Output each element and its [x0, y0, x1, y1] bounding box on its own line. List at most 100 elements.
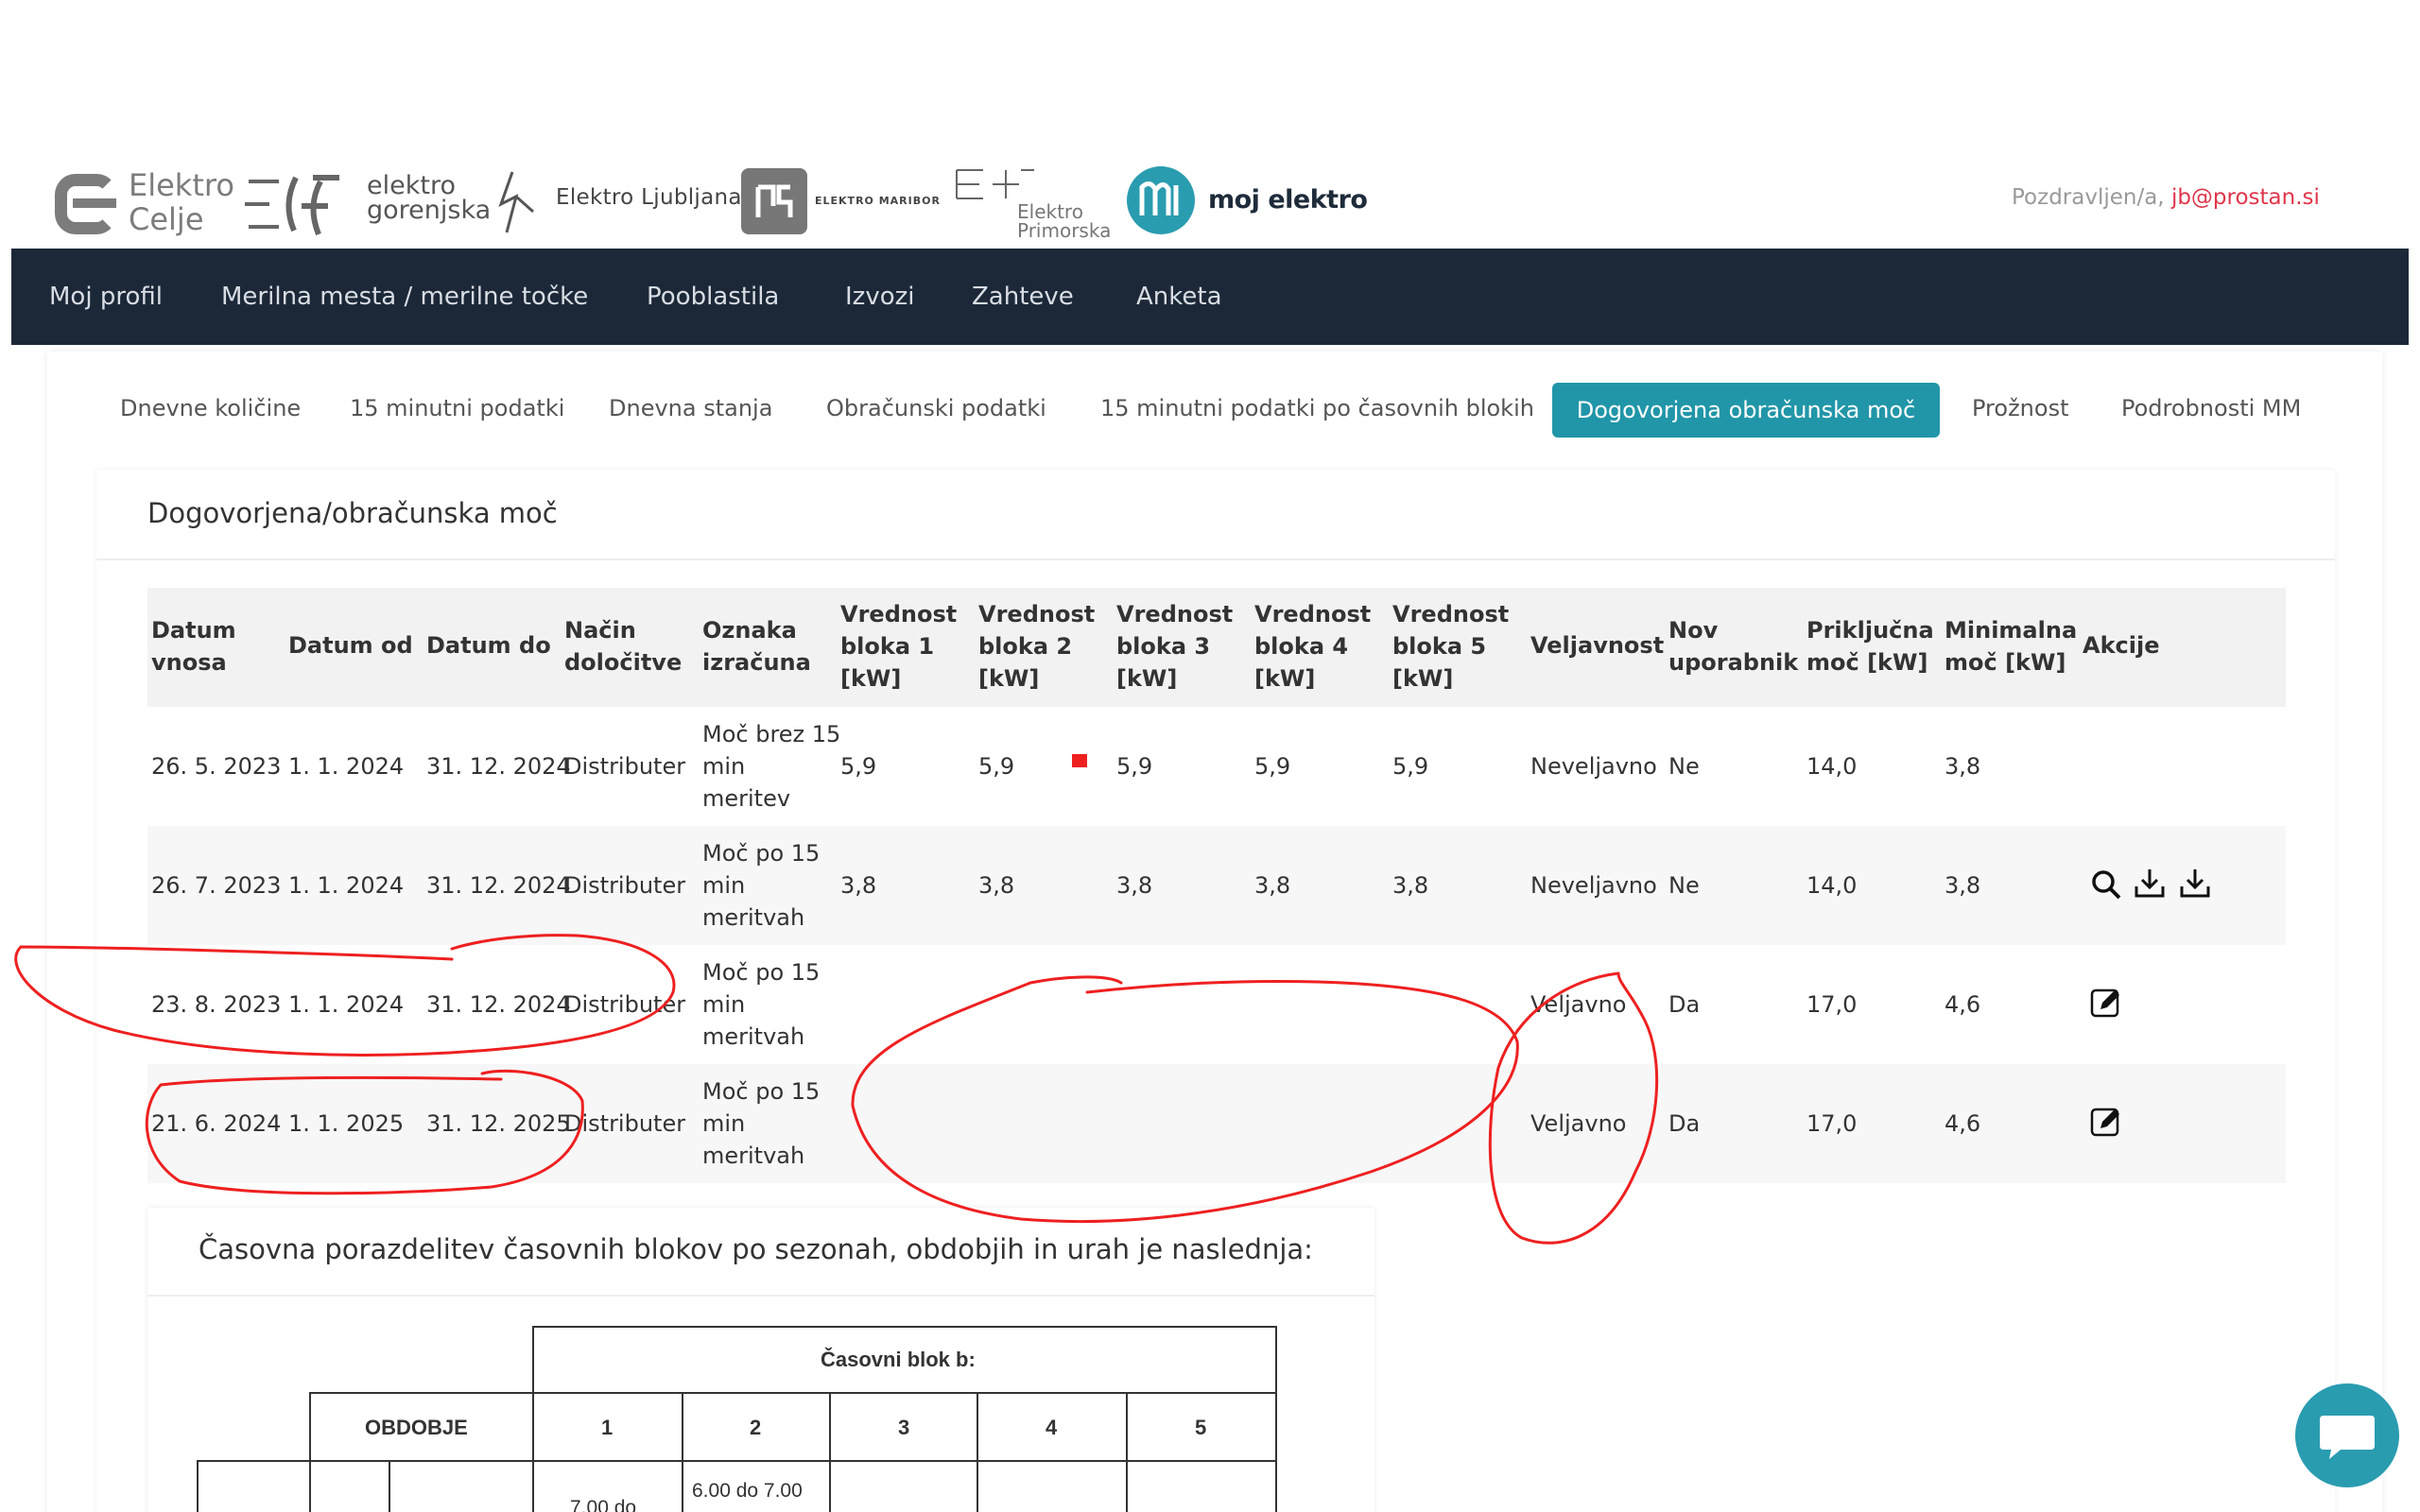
cell-datum-od: 1. 1. 2025: [288, 1110, 405, 1137]
time-blocks-title: Časovna porazdelitev časovnih blokov po …: [199, 1233, 1313, 1265]
cell-minimalna-moc: 4,6: [1945, 1110, 1981, 1137]
user-email-link[interactable]: jb@prostan.si: [2171, 185, 2320, 210]
cell-datum-do: 31. 12. 2024: [426, 753, 571, 780]
elektro-celje-logo-line2: Celje: [129, 201, 204, 237]
edit-icon[interactable]: [2089, 1104, 2123, 1138]
cell-prikljucna-moc: 17,0: [1806, 1110, 1858, 1137]
cell-nov-uporabnik: Da: [1668, 1110, 1701, 1137]
cell-prikljucna-moc: 17,0: [1806, 991, 1858, 1018]
time-blocks-divider: [147, 1295, 1374, 1297]
download-icon[interactable]: [2133, 866, 2167, 900]
cell-blok-2: 5,9: [978, 753, 1015, 780]
cell-nov-uporabnik: Ne: [1668, 872, 1700, 899]
tab-obracunski-podatki[interactable]: Obračunski podatki: [826, 395, 1046, 421]
elektro-primorska-logo: Elektro Primorska: [953, 166, 1114, 246]
blocks-col-4: 4: [1046, 1416, 1058, 1439]
greeting-label: Pozdravljen/a,: [2012, 185, 2171, 210]
cell-prikljucna-moc: 14,0: [1806, 872, 1858, 899]
th-vrednost-bloka-4: Vrednost bloka 4 [kW]: [1254, 601, 1372, 692]
blocks-data-cell: [829, 1460, 978, 1512]
cell-veljavnost: Veljavno: [1530, 1110, 1627, 1137]
th-vrednost-bloka-2: Vrednost bloka 2 [kW]: [978, 601, 1096, 692]
blocks-data-cell: [1126, 1460, 1277, 1512]
cell-datum-vnosa: 26. 5. 2023: [151, 753, 282, 780]
cell-nov-uporabnik: Ne: [1668, 753, 1700, 780]
elektro-ljubljana-mark-icon: [741, 168, 807, 234]
nav-item-pooblastila[interactable]: Pooblastila: [647, 283, 779, 311]
elektro-primorska-logo-line1: Elektro: [1017, 200, 1083, 223]
elektro-celje-mark-icon: [55, 174, 117, 234]
th-datum-od: Datum od: [288, 632, 413, 659]
tab-dnevne-kolicine[interactable]: Dnevne količine: [120, 395, 301, 421]
cell-datum-vnosa: 23. 8. 2023: [151, 991, 282, 1018]
th-vrednost-bloka-5: Vrednost bloka 5 [kW]: [1392, 601, 1510, 692]
th-vrednost-bloka-1: Vrednost bloka 1 [kW]: [840, 601, 958, 692]
cell-nacin: Distributer: [564, 872, 686, 899]
blocks-header-label: Časovni blok b:: [821, 1348, 976, 1371]
download-icon[interactable]: [2178, 866, 2212, 900]
red-marker: [1072, 754, 1087, 767]
th-datum-do: Datum do: [426, 632, 551, 659]
blocks-col-1: 1: [601, 1416, 614, 1439]
th-akcije: Akcije: [2083, 632, 2160, 659]
chat-button[interactable]: [2295, 1383, 2399, 1487]
cell-datum-do: 31. 12. 2025: [426, 1110, 571, 1137]
cell-datum-od: 1. 1. 2024: [288, 753, 405, 780]
tab-15-minutni-po-blokih[interactable]: 15 minutni podatki po časovnih blokih: [1100, 395, 1534, 421]
obdobje-header-label: OBDOBJE: [365, 1416, 468, 1439]
th-prikljucna-moc: Priključna moč [kW]: [1806, 617, 1934, 676]
cell-datum-do: 31. 12. 2024: [426, 872, 571, 899]
lightning-icon: [498, 171, 534, 233]
elektro-celje-logo: Elektro Celje: [55, 168, 244, 240]
nav-item-zahteve[interactable]: Zahteve: [972, 283, 1074, 311]
tab-dnevna-stanja[interactable]: Dnevna stanja: [609, 395, 772, 421]
elektro-gorenjska-logo-line2: gorenjska: [367, 196, 492, 225]
panel-title: Dogovorjena/obračunska moč: [147, 497, 558, 529]
th-oznaka-izracuna: Oznaka izračuna: [702, 617, 811, 676]
search-icon[interactable]: [2089, 868, 2123, 902]
nav-item-moj-profil[interactable]: Moj profil: [49, 283, 163, 311]
tab-podrobnosti-mm[interactable]: Podrobnosti MM: [2121, 395, 2301, 421]
cell-datum-od: 1. 1. 2024: [288, 872, 405, 899]
cell-blok-2: 3,8: [978, 872, 1015, 899]
nav-item-anketa[interactable]: Anketa: [1136, 283, 1222, 311]
main-nav: Moj profil Merilna mesta / merilne točke…: [11, 249, 2409, 345]
blocks-cell-2-time: 6.00 do 7.00: [692, 1480, 803, 1502]
elektro-maribor-logo: ELEKTRO MARIBOR: [815, 195, 941, 207]
chat-icon: [2320, 1416, 2375, 1459]
cell-nacin: Distributer: [564, 1110, 686, 1137]
cell-oznaka: Moč po 15 min meritvah: [702, 840, 821, 931]
cell-minimalna-moc: 3,8: [1945, 872, 1981, 899]
tab-dogovorjena-obracunska-moc[interactable]: Dogovorjena obračunska moč: [1552, 383, 1940, 438]
nav-item-merilna-mesta[interactable]: Merilna mesta / merilne točke: [221, 283, 588, 311]
cell-datum-vnosa: 21. 6. 2024: [151, 1110, 282, 1137]
tab-15-minutni-podatki[interactable]: 15 minutni podatki: [350, 395, 564, 421]
cell-nacin: Distributer: [564, 991, 686, 1018]
edit-icon[interactable]: [2089, 985, 2123, 1019]
cell-veljavnost: Neveljavno: [1530, 872, 1657, 899]
cell-prikljucna-moc: 14,0: [1806, 753, 1858, 780]
cell-blok-4: 3,8: [1254, 872, 1291, 899]
elektro-gorenjska-logo: elektro gorenjska: [367, 171, 537, 240]
th-nov-uporabnik: Nov uporabnik: [1668, 617, 1799, 676]
cell-datum-vnosa: 26. 7. 2023: [151, 872, 282, 899]
cell-nacin: Distributer: [564, 753, 686, 780]
cell-blok-1: 5,9: [840, 753, 877, 780]
nav-item-izvozi[interactable]: Izvozi: [845, 283, 914, 311]
cell-datum-od: 1. 1. 2024: [288, 991, 405, 1018]
panel-divider: [96, 558, 2335, 560]
cell-blok-4: 5,9: [1254, 753, 1291, 780]
cell-oznaka: Moč po 15 min meritvah: [702, 959, 821, 1050]
blocks-data-cell: [197, 1460, 311, 1512]
cell-veljavnost: Neveljavno: [1530, 753, 1657, 780]
tab-proznost[interactable]: Prožnost: [1972, 395, 2068, 421]
th-veljavnost: Veljavnost: [1530, 632, 1665, 659]
blocks-data-cell: [309, 1460, 390, 1512]
cell-nov-uporabnik: Da: [1668, 991, 1701, 1018]
elektro-energija-logo: [245, 175, 339, 236]
elektro-celje-logo-line1: Elektro: [129, 167, 234, 203]
blocks-data-cell: [389, 1460, 534, 1512]
moj-elektro-logo[interactable]: moj elektro: [1127, 166, 1448, 242]
th-nacin-dolocitve: Način določitve: [564, 617, 683, 676]
cell-veljavnost: Veljavno: [1530, 991, 1627, 1018]
